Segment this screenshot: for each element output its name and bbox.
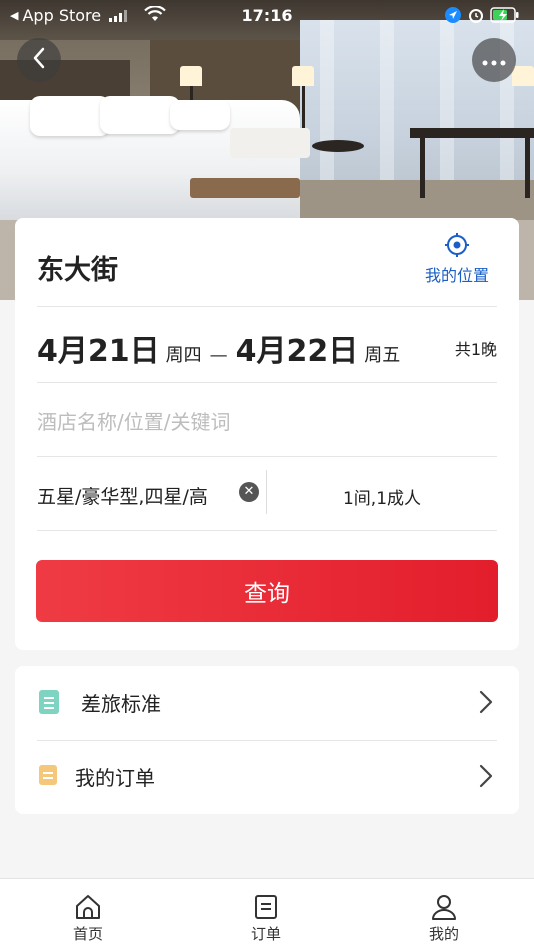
status-bar: ◀ App Store 17:16: [0, 0, 534, 30]
keyword-search-input[interactable]: 酒店名称/位置/关键词: [37, 406, 230, 435]
divider: [37, 530, 497, 531]
nights-count: 共1晚: [454, 340, 497, 359]
chevron-left-icon: [31, 47, 47, 73]
bottom-tab-bar: 首页 订单 我的: [0, 878, 534, 951]
menu-item-label: 差旅标准: [81, 692, 161, 716]
city-selector[interactable]: 东大街: [37, 248, 118, 287]
checkout-weekday: 周五: [364, 345, 401, 366]
tab-label: 首页: [72, 925, 103, 943]
room-guest-selector[interactable]: 1间,1成人: [267, 484, 497, 509]
clear-filter-icon[interactable]: ✕: [239, 482, 259, 502]
checkin-weekday: 周四: [165, 345, 202, 366]
location-arrow-icon: [444, 6, 462, 28]
star-price-filter[interactable]: 五星/豪华型,四星/高: [37, 482, 237, 509]
checkin-date: 4月21日: [37, 334, 160, 369]
menu-item-label: 我的订单: [75, 766, 155, 790]
divider: [37, 382, 497, 383]
alarm-icon: [468, 7, 484, 27]
date-separator: —: [209, 345, 228, 366]
chevron-right-icon: [479, 690, 493, 718]
chevron-right-icon: [479, 764, 493, 792]
divider: [37, 456, 497, 457]
hotel-search-card: 东大街 我的位置 4月21日 周四 — 4月22日 周五 共1晚 酒店名称/位置…: [15, 218, 519, 650]
tab-orders[interactable]: 订单: [226, 893, 306, 944]
my-location-button[interactable]: 我的位置: [417, 232, 497, 286]
order-icon: [39, 765, 57, 785]
date-range-selector[interactable]: 4月21日 周四 — 4月22日 周五: [37, 326, 400, 370]
tab-label: 我的: [428, 925, 459, 943]
order-list-icon: [226, 893, 306, 921]
divider: [37, 306, 497, 307]
user-icon: [404, 893, 484, 921]
more-button[interactable]: [472, 38, 516, 82]
more-dots-icon: [482, 51, 506, 70]
locate-crosshair-icon: [417, 232, 497, 258]
menu-item-travel-standard[interactable]: 差旅标准: [15, 666, 519, 740]
home-icon: [48, 893, 128, 921]
menu-card: 差旅标准 我的订单: [15, 666, 519, 814]
checkout-date: 4月22日: [235, 334, 359, 369]
tab-home[interactable]: 首页: [48, 893, 128, 944]
battery-charging-icon: [490, 7, 520, 27]
document-icon: [39, 690, 59, 714]
tab-label: 订单: [250, 925, 281, 943]
my-location-label: 我的位置: [424, 266, 489, 285]
tab-mine[interactable]: 我的: [404, 893, 484, 944]
menu-item-my-orders[interactable]: 我的订单: [15, 740, 519, 814]
back-button[interactable]: [17, 38, 61, 82]
search-button[interactable]: 查询: [36, 560, 498, 622]
